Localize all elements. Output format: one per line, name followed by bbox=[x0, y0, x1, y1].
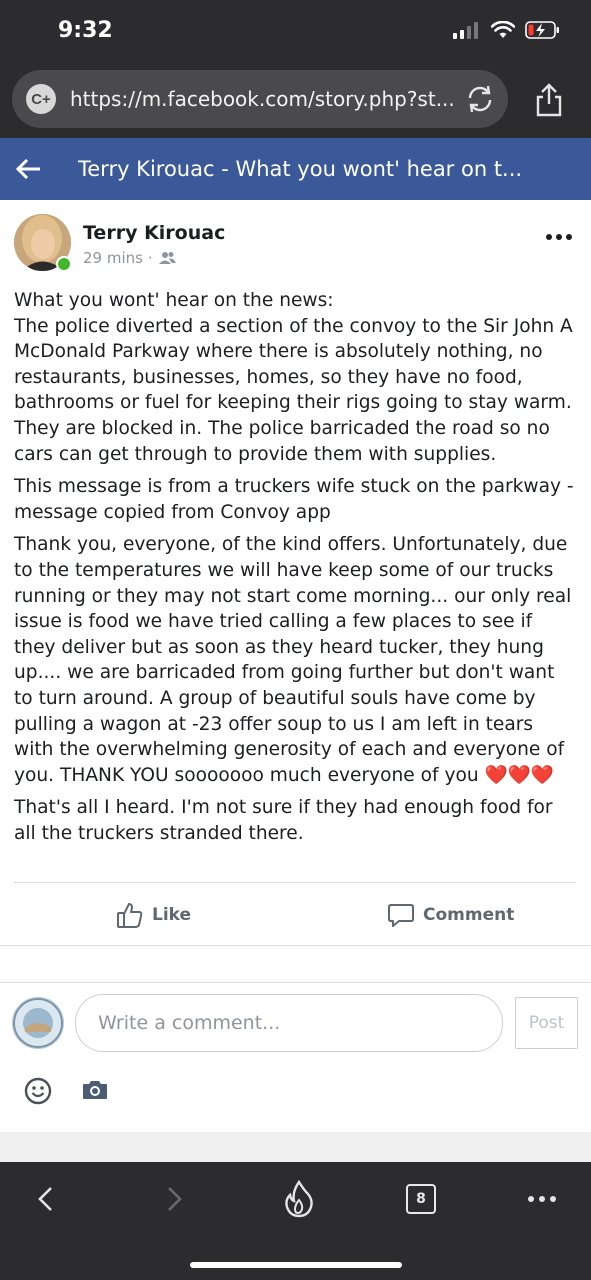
tabs-button[interactable]: 8 bbox=[406, 1184, 436, 1214]
home-indicator bbox=[190, 1262, 402, 1268]
author-name[interactable]: Terry Kirouac bbox=[83, 222, 225, 244]
wifi-icon bbox=[491, 21, 515, 38]
share-icon[interactable] bbox=[532, 82, 566, 118]
address-bar[interactable]: C+ https://m.facebook.com/story.php?st..… bbox=[12, 70, 508, 128]
status-bar: 9:32 bbox=[0, 0, 591, 62]
like-button[interactable]: Like bbox=[116, 901, 191, 929]
comment-icon bbox=[388, 904, 414, 927]
post-paragraph: Thank you, everyone, of the kind offers.… bbox=[14, 534, 572, 786]
back-arrow-icon[interactable] bbox=[14, 154, 44, 184]
post-paragraph: What you wont' hear on the news: The pol… bbox=[14, 290, 573, 465]
emoji-icon[interactable] bbox=[24, 1077, 52, 1105]
post-body: What you wont' hear on the news: The pol… bbox=[14, 288, 576, 853]
browser-bottom-bar: 8 bbox=[0, 1162, 591, 1280]
battery-charging-icon bbox=[525, 21, 559, 39]
post-meta: 29 mins · bbox=[83, 249, 176, 267]
thumbs-up-icon bbox=[117, 903, 143, 928]
more-options-icon[interactable] bbox=[546, 234, 572, 240]
post-time[interactable]: 29 mins · bbox=[83, 249, 153, 267]
camera-icon[interactable] bbox=[82, 1079, 108, 1101]
post-paragraph: This message is from a truckers wife stu… bbox=[14, 476, 574, 523]
post-paragraph: That's all I heard. I'm not sure if they… bbox=[14, 797, 553, 844]
page-title: Terry Kirouac - What you wont' hear on t… bbox=[78, 157, 523, 181]
reload-icon[interactable] bbox=[464, 84, 496, 114]
back-icon[interactable] bbox=[34, 1184, 58, 1214]
spacer bbox=[0, 946, 591, 982]
like-label: Like bbox=[152, 905, 192, 925]
forward-icon[interactable] bbox=[162, 1184, 186, 1214]
menu-icon[interactable] bbox=[528, 1196, 556, 1202]
post-button[interactable]: Post bbox=[515, 997, 578, 1049]
site-info-icon[interactable]: C+ bbox=[26, 84, 56, 114]
user-avatar bbox=[12, 997, 64, 1049]
comment-label: Comment bbox=[423, 905, 515, 925]
comment-button[interactable]: Comment bbox=[387, 901, 514, 929]
comment-input-wrapper bbox=[75, 994, 503, 1052]
fb-header: Terry Kirouac - What you wont' hear on t… bbox=[0, 138, 591, 200]
page-bottom-strip bbox=[0, 1132, 591, 1162]
user-avatar-photo bbox=[13, 998, 63, 1048]
comment-composer: Post bbox=[0, 982, 591, 1133]
comment-input[interactable] bbox=[96, 995, 480, 1051]
online-indicator bbox=[56, 256, 72, 272]
url-text[interactable]: https://m.facebook.com/story.php?st... bbox=[70, 87, 455, 111]
signal-icon bbox=[453, 22, 478, 39]
fire-icon[interactable] bbox=[284, 1180, 314, 1218]
status-time: 9:32 bbox=[58, 18, 113, 43]
status-icons bbox=[453, 20, 561, 40]
post-actions: Like Comment bbox=[0, 883, 591, 945]
friends-icon bbox=[158, 252, 176, 264]
browser-toolbar: C+ https://m.facebook.com/story.php?st..… bbox=[0, 62, 591, 138]
